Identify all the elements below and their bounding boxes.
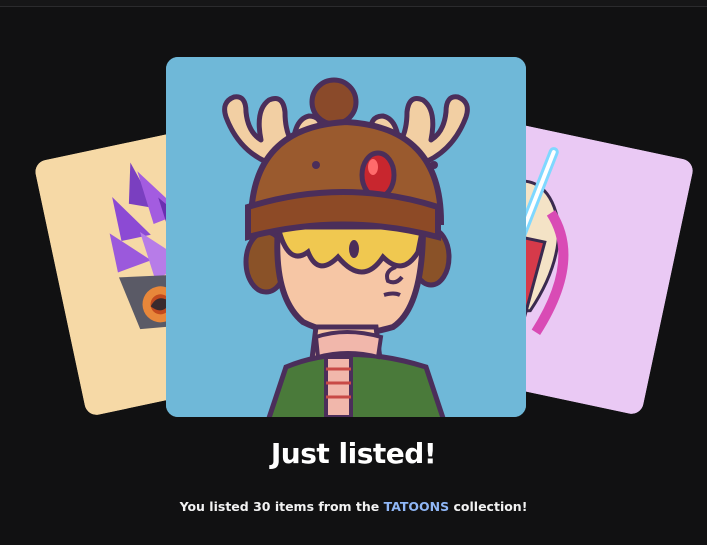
listing-confirmation-message: You listed 30 items from the TATOONS col…: [0, 499, 707, 514]
message-suffix: collection!: [449, 499, 528, 514]
center-nft-card: [166, 57, 526, 417]
collection-link[interactable]: TATOONS: [384, 499, 450, 514]
message-prefix: You listed 30 items from the: [179, 499, 384, 514]
top-divider: [0, 0, 707, 7]
reindeer-hat-character-artwork: [166, 57, 526, 417]
just-listed-heading: Just listed!: [270, 437, 437, 470]
